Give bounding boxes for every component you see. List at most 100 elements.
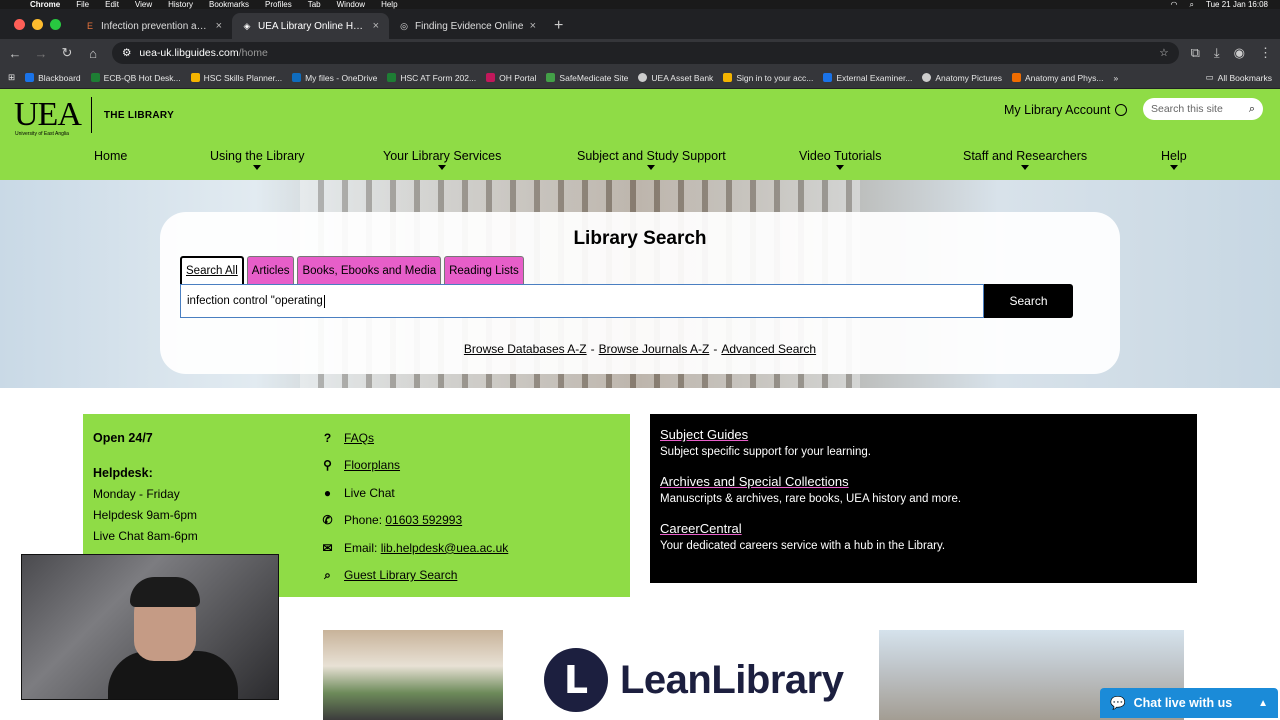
- bookmark-item[interactable]: Sign in to your acc...: [723, 73, 813, 83]
- floorplans-link[interactable]: Floorplans: [344, 458, 400, 472]
- tab-finding-evidence[interactable]: ◎ Finding Evidence Online ×: [389, 13, 546, 39]
- nav-your-library-services[interactable]: Your Library Services: [383, 149, 501, 170]
- bookmark-star-icon[interactable]: ☆: [1159, 47, 1168, 59]
- bookmark-favicon-icon: [638, 73, 648, 82]
- main-navigation: Home Using the Library Your Library Serv…: [0, 149, 1280, 173]
- tab-title: Infection prevention and cont: [101, 20, 210, 32]
- close-window-icon[interactable]: [14, 18, 25, 30]
- careercentral-link[interactable]: CareerCentral: [660, 521, 1187, 536]
- bookmark-item[interactable]: Anatomy Pictures: [922, 73, 1002, 83]
- browse-databases-link[interactable]: Browse Databases A-Z: [464, 342, 587, 356]
- apps-grid-icon[interactable]: ⊞: [8, 72, 15, 83]
- bookmark-favicon-icon: [387, 73, 397, 82]
- nav-video-tutorials[interactable]: Video Tutorials: [799, 149, 881, 170]
- forward-icon[interactable]: →: [34, 46, 48, 61]
- tab-infection-prevention[interactable]: E Infection prevention and cont ×: [75, 13, 232, 39]
- mac-menu-history[interactable]: History: [168, 0, 193, 9]
- nav-label: Using the Library: [210, 149, 305, 163]
- chevron-down-icon: [1021, 165, 1030, 170]
- tab-title: Finding Evidence Online: [415, 20, 524, 32]
- home-icon[interactable]: ⌂: [86, 46, 100, 61]
- maximize-window-icon[interactable]: [50, 18, 61, 30]
- mac-menu-window[interactable]: Window: [337, 0, 365, 9]
- chat-live-widget[interactable]: 💬 Chat live with us ▲: [1100, 688, 1278, 718]
- search-icon[interactable]: ⌕: [1190, 0, 1194, 9]
- bookmark-label: Sign in to your acc...: [736, 72, 814, 83]
- bookmark-item[interactable]: OH Portal: [486, 73, 536, 83]
- close-tab-icon[interactable]: ×: [373, 20, 379, 32]
- nav-home[interactable]: Home: [94, 149, 127, 163]
- resource-description: Subject specific support for your learni…: [660, 446, 871, 458]
- extensions-icon[interactable]: ⧉: [1191, 45, 1200, 61]
- bookmark-item[interactable]: Anatomy and Phys...: [1012, 73, 1103, 83]
- close-tab-icon[interactable]: ×: [216, 20, 222, 32]
- resource-item: Subject Guides Subject specific support …: [660, 427, 1187, 458]
- bookmark-item[interactable]: External Examiner...: [823, 73, 912, 83]
- library-search-button[interactable]: Search: [984, 284, 1073, 318]
- chrome-menu-icon[interactable]: ⋮: [1259, 45, 1272, 61]
- mac-menu-bookmarks[interactable]: Bookmarks: [209, 0, 249, 9]
- all-bookmarks-button[interactable]: ▭ All Bookmarks: [1206, 72, 1272, 83]
- site-search-input[interactable]: Search this site ⌕: [1143, 98, 1263, 120]
- reload-icon[interactable]: ↻: [60, 45, 74, 61]
- mac-menu-file[interactable]: File: [76, 0, 89, 9]
- bookmark-item[interactable]: My files - OneDrive: [292, 73, 377, 83]
- email-link[interactable]: lib.helpdesk@uea.ac.uk: [381, 541, 509, 555]
- bookmark-item[interactable]: Blackboard: [25, 73, 81, 83]
- search-scope-tabs: Search All Articles Books, Ebooks and Me…: [180, 256, 524, 284]
- tab-favicon-icon: ◈: [243, 21, 251, 31]
- logo-subtitle: University of East Anglia: [15, 131, 69, 137]
- phone-link[interactable]: 01603 592993: [385, 513, 462, 527]
- tab-articles[interactable]: Articles: [246, 256, 295, 284]
- my-library-account-link[interactable]: My Library Account: [1004, 103, 1128, 117]
- tab-reading-lists[interactable]: Reading Lists: [444, 256, 524, 284]
- back-icon[interactable]: ←: [8, 46, 22, 61]
- library-search-input[interactable]: infection control "operating: [180, 284, 984, 318]
- wifi-icon[interactable]: ◠: [1171, 0, 1178, 9]
- bookmarks-overflow-icon[interactable]: »: [1113, 73, 1118, 83]
- lean-library-logo-icon: L: [544, 648, 608, 712]
- subject-guides-link[interactable]: Subject Guides: [660, 427, 1187, 442]
- mac-menu-profiles[interactable]: Profiles: [265, 0, 292, 9]
- uea-library-logo[interactable]: UEA University of East Anglia THE LIBRAR…: [14, 96, 174, 137]
- search-icon[interactable]: ⌕: [1249, 103, 1255, 116]
- guest-library-search-link[interactable]: Guest Library Search: [344, 568, 457, 582]
- live-chat-label[interactable]: Live Chat: [344, 486, 395, 500]
- archives-special-collections-link[interactable]: Archives and Special Collections: [660, 474, 1187, 489]
- bookmark-favicon-icon: [25, 73, 35, 82]
- bookmark-item[interactable]: ECB-QB Hot Desk...: [90, 73, 181, 83]
- mac-menu-view[interactable]: View: [135, 0, 152, 9]
- bookmark-item[interactable]: UEA Asset Bank: [638, 73, 713, 83]
- mac-menu-tab[interactable]: Tab: [308, 0, 321, 9]
- profile-avatar[interactable]: ◉: [1234, 45, 1245, 61]
- close-tab-icon[interactable]: ×: [530, 20, 536, 32]
- bookmark-item[interactable]: SafeMedicate Site: [546, 73, 628, 83]
- browse-journals-link[interactable]: Browse Journals A-Z: [599, 342, 710, 356]
- tab-search-all[interactable]: Search All: [180, 256, 244, 284]
- download-icon[interactable]: ⤓: [1214, 45, 1220, 61]
- nav-subject-and-study-support[interactable]: Subject and Study Support: [577, 149, 726, 170]
- mac-menu-help[interactable]: Help: [381, 0, 397, 9]
- lean-library-promo[interactable]: L LeanLibrary: [544, 648, 844, 712]
- advanced-search-link[interactable]: Advanced Search: [721, 342, 816, 356]
- minimize-window-icon[interactable]: [32, 18, 43, 30]
- mac-clock[interactable]: Tue 21 Jan 16:08: [1206, 0, 1268, 9]
- library-search-query: infection control "operating: [187, 295, 323, 307]
- bookmark-label: Anatomy Pictures: [935, 72, 1003, 83]
- tab-uea-library-home[interactable]: ◈ UEA Library Online Homepage ×: [232, 13, 389, 39]
- mac-app-name[interactable]: Chrome: [30, 0, 60, 9]
- bookmark-item[interactable]: HSC AT Form 202...: [387, 73, 476, 83]
- nav-staff-and-researchers[interactable]: Staff and Researchers: [963, 149, 1087, 170]
- site-info-icon[interactable]: ⚙: [122, 47, 131, 59]
- faqs-link[interactable]: FAQs: [344, 431, 374, 445]
- study-space-image[interactable]: [323, 630, 503, 720]
- tab-books-ebooks-media[interactable]: Books, Ebooks and Media: [297, 256, 442, 284]
- chevron-up-icon[interactable]: ▲: [1258, 698, 1268, 709]
- nav-using-the-library[interactable]: Using the Library: [210, 149, 305, 170]
- new-tab-icon[interactable]: +: [546, 13, 571, 39]
- address-bar[interactable]: ⚙ uea-uk.libguides.com/home ☆: [112, 42, 1179, 64]
- nav-help[interactable]: Help: [1161, 149, 1187, 170]
- logo-mark: UEA: [14, 96, 82, 133]
- mac-menu-edit[interactable]: Edit: [105, 0, 119, 9]
- bookmark-item[interactable]: HSC Skills Planner...: [190, 73, 282, 83]
